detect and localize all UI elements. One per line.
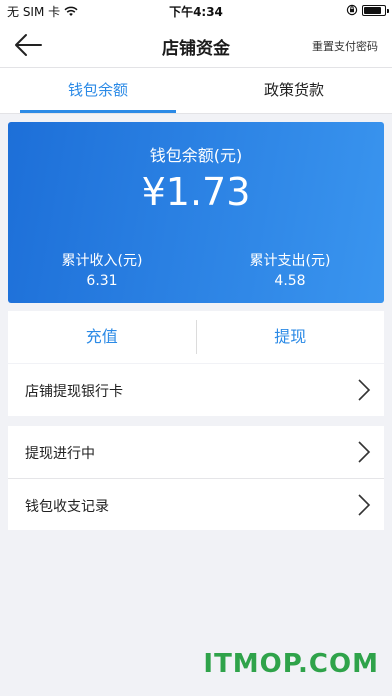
income-stat: 累计收入(元) 6.31 (8, 250, 196, 289)
back-button[interactable] (12, 30, 46, 60)
tab-policy-payment[interactable]: 政策货款 (196, 68, 392, 113)
menu-item-bank-card[interactable]: 店铺提现银行卡 (8, 364, 384, 416)
expense-label: 累计支出(元) (249, 253, 331, 269)
income-label: 累计收入(元) (61, 253, 143, 269)
orientation-lock-icon (346, 4, 358, 16)
reset-payment-password-button[interactable]: 重置支付密码 (312, 38, 378, 54)
action-buttons: 充值 提现 (8, 311, 384, 363)
menu-group-bank: 店铺提现银行卡 (8, 364, 384, 416)
watermark-logo: ITMOP.COM (203, 649, 379, 679)
recharge-button[interactable]: 充值 (8, 311, 196, 363)
chevron-right-icon (358, 441, 371, 463)
status-right (346, 4, 389, 16)
menu-item-wallet-records[interactable]: 钱包收支记录 (8, 478, 384, 530)
menu-item-label: 钱包收支记录 (25, 499, 109, 515)
balance-amount: ¥1.73 (141, 170, 251, 214)
menu-group-records: 提现进行中 钱包收支记录 (8, 426, 384, 530)
tab-bar: 钱包余额 政策货款 (0, 68, 392, 114)
battery-fill (364, 6, 381, 14)
withdraw-button[interactable]: 提现 (197, 311, 385, 363)
menu-item-label: 店铺提现银行卡 (25, 384, 123, 400)
status-time: 下午4:34 (169, 5, 223, 19)
arrow-left-icon (15, 34, 42, 56)
status-bar: 无 SIM 卡 下午4:34 (0, 0, 392, 22)
menu-item-withdraw-in-progress[interactable]: 提现进行中 (8, 426, 384, 478)
nav-bar: 店铺资金 重置支付密码 (0, 22, 392, 68)
expense-value: 4.58 (274, 273, 306, 289)
chevron-right-icon (358, 379, 371, 401)
income-value: 6.31 (86, 273, 118, 289)
balance-label: 钱包余额(元) (149, 146, 243, 165)
expense-stat: 累计支出(元) 4.58 (196, 250, 384, 289)
balance-card: 钱包余额(元) ¥1.73 累计收入(元) 6.31 累计支出(元) 4.58 (8, 122, 384, 303)
chevron-right-icon (358, 494, 371, 516)
menu-item-label: 提现进行中 (25, 446, 95, 462)
tab-wallet-balance[interactable]: 钱包余额 (0, 68, 196, 113)
battery-icon (362, 4, 389, 16)
